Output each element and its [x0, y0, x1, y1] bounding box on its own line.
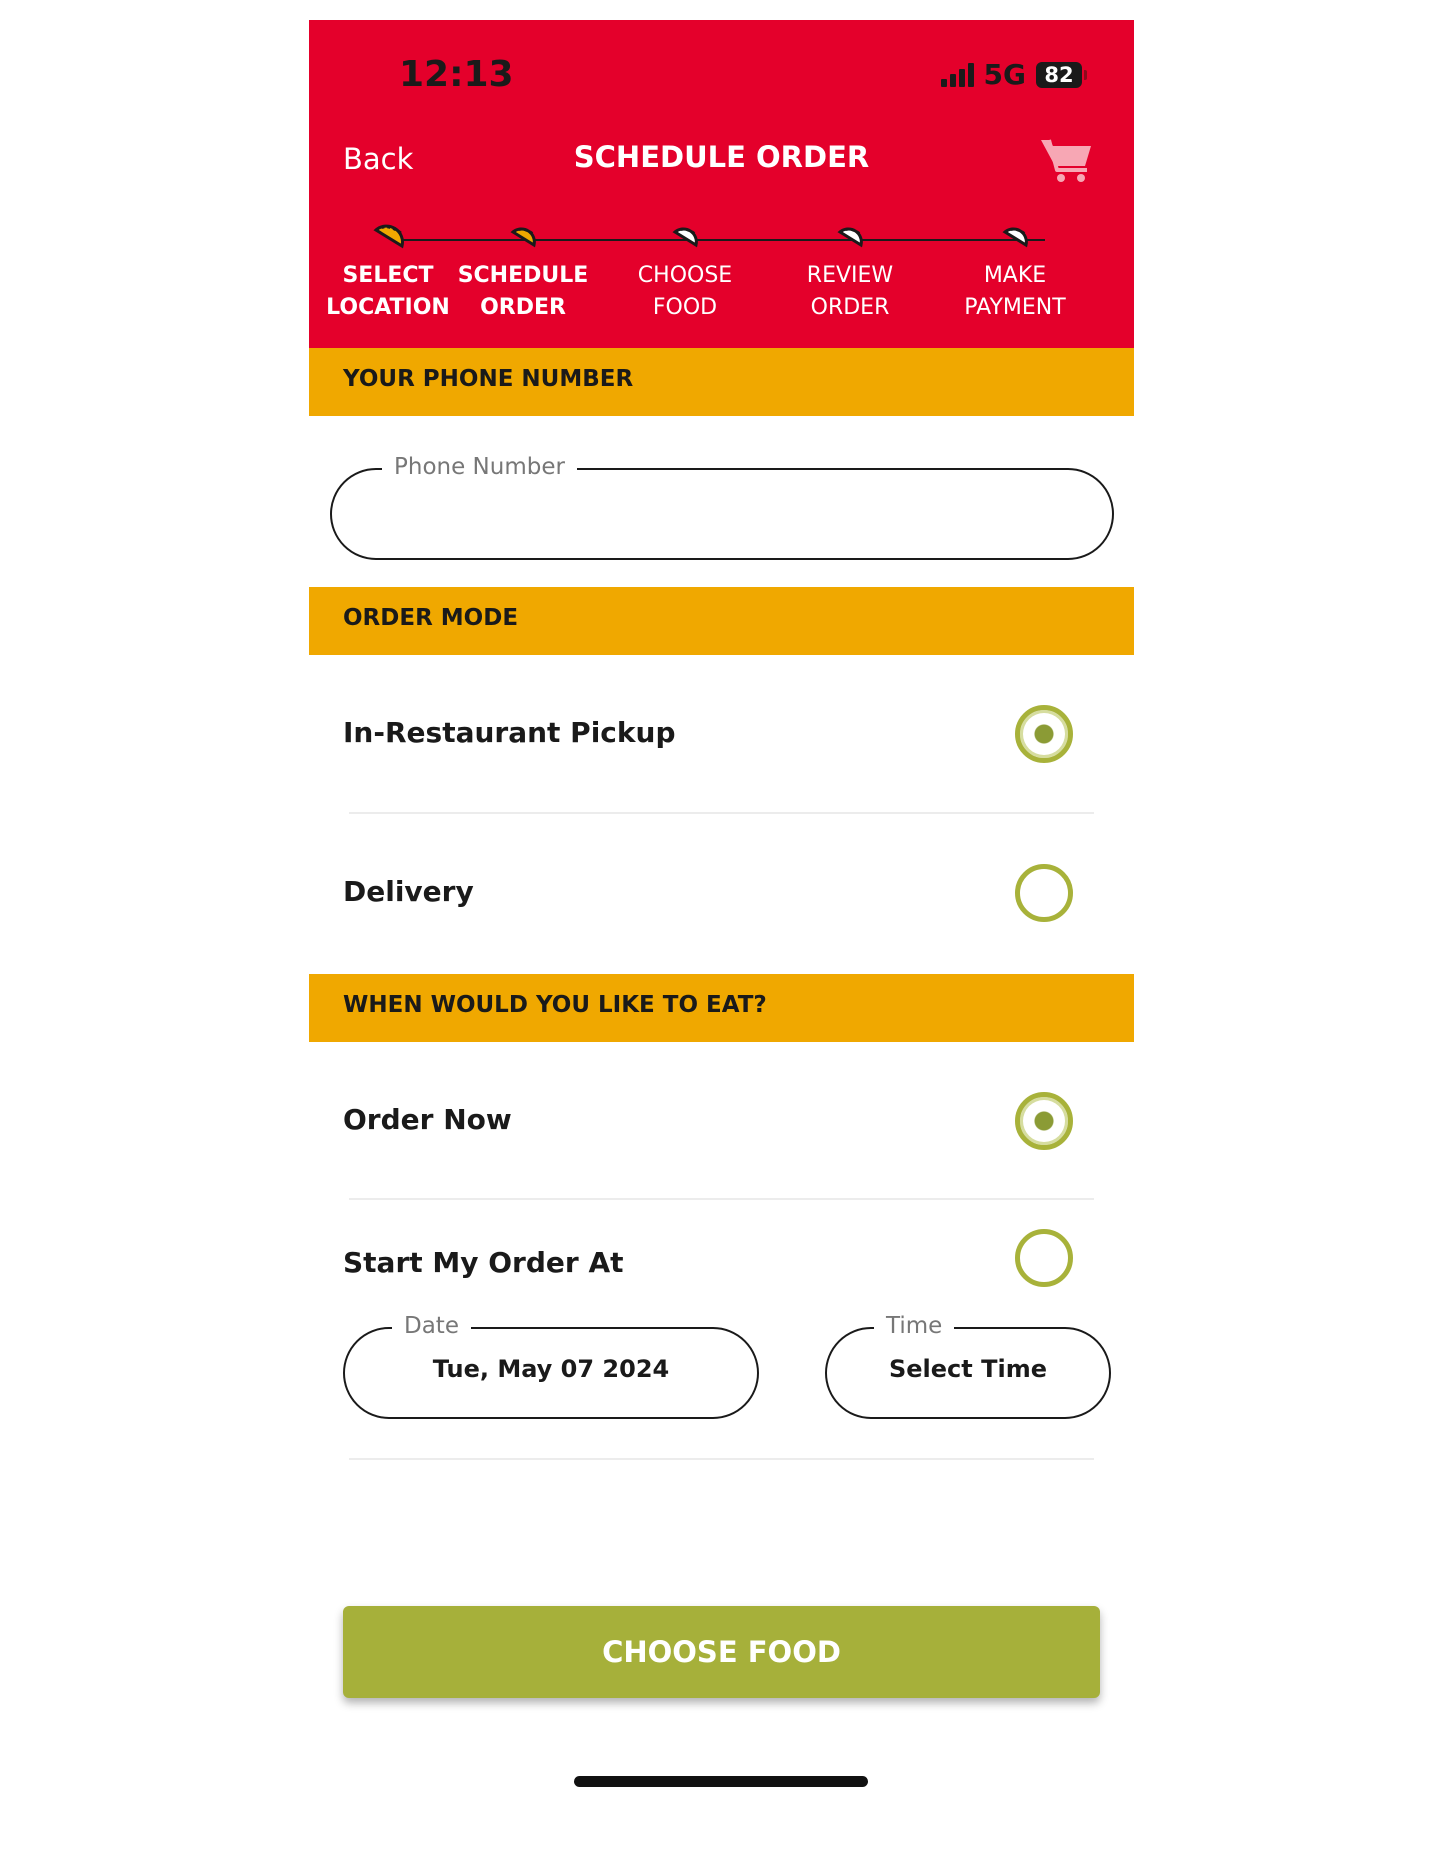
network-type: 5G — [983, 58, 1026, 91]
phone-section-header: YOUR PHONE NUMBER — [309, 348, 1134, 416]
step-label-line1: MAKE — [983, 263, 1047, 288]
battery-icon: 82 — [1036, 61, 1087, 88]
date-picker-field[interactable]: Date Tue, May 07 2024 — [343, 1313, 759, 1419]
divider — [349, 1198, 1094, 1200]
step-label-line1: SELECT — [342, 263, 434, 288]
step-label-line1: REVIEW — [806, 263, 894, 288]
option-label: Delivery — [343, 875, 474, 908]
taco-icon — [837, 227, 863, 248]
date-value: Tue, May 07 2024 — [432, 1355, 670, 1383]
radio-selected-icon[interactable] — [1015, 705, 1073, 763]
step-label-line2: LOCATION — [326, 295, 450, 320]
phone-number-label: Phone Number — [382, 454, 577, 480]
section-title: WHEN WOULD YOU LIKE TO EAT? — [343, 992, 767, 1018]
battery-level: 82 — [1044, 62, 1074, 87]
step-label-line1: SCHEDULE — [457, 263, 589, 288]
phone-number-input[interactable]: Phone Number — [330, 454, 1114, 560]
option-label: In-Restaurant Pickup — [343, 716, 676, 749]
option-label: Order Now — [343, 1103, 512, 1136]
status-time: 12:13 — [399, 54, 514, 95]
step-label-line2: FOOD — [652, 295, 718, 320]
taco-icon — [373, 224, 404, 249]
radio-unselected-icon[interactable] — [1015, 864, 1073, 922]
divider — [349, 812, 1094, 814]
status-indicators: 5G 82 — [940, 58, 1087, 91]
time-value: Select Time — [888, 1355, 1047, 1383]
home-indicator — [574, 1776, 868, 1787]
order-mode-header: ORDER MODE — [309, 587, 1134, 655]
cart-icon[interactable] — [1039, 136, 1095, 186]
taco-icon — [1002, 227, 1028, 248]
time-label: Time — [874, 1313, 955, 1339]
step-review-order[interactable]: REVIEW ORDER — [775, 216, 925, 324]
radio-unselected-icon[interactable] — [1015, 1229, 1073, 1287]
step-choose-food[interactable]: CHOOSE FOOD — [610, 216, 760, 324]
page-title: SCHEDULE ORDER — [573, 140, 870, 174]
section-title: ORDER MODE — [343, 605, 519, 631]
step-make-payment[interactable]: MAKE PAYMENT — [940, 216, 1090, 324]
step-label-line1: CHOOSE — [637, 263, 733, 288]
option-label: Start My Order At — [343, 1246, 624, 1279]
step-label-line2: ORDER — [480, 295, 566, 320]
date-label: Date — [392, 1313, 471, 1339]
section-title: YOUR PHONE NUMBER — [343, 366, 634, 392]
step-label-line2: PAYMENT — [964, 295, 1066, 320]
radio-selected-icon[interactable] — [1015, 1092, 1073, 1150]
choose-food-button[interactable]: CHOOSE FOOD — [343, 1606, 1100, 1698]
step-schedule-order[interactable]: SCHEDULE ORDER — [448, 216, 598, 324]
taco-icon — [672, 227, 698, 248]
app-header: 12:13 5G 82 Back SCHEDULE ORDER SELECT L… — [309, 20, 1134, 348]
time-picker-field[interactable]: Time Select Time — [825, 1313, 1111, 1419]
step-label-line2: ORDER — [810, 295, 890, 320]
app-screen: 12:13 5G 82 Back SCHEDULE ORDER SELECT L… — [309, 20, 1134, 1850]
divider — [349, 1458, 1094, 1460]
step-select-location[interactable]: SELECT LOCATION — [313, 216, 463, 324]
eat-time-header: WHEN WOULD YOU LIKE TO EAT? — [309, 974, 1134, 1042]
taco-icon — [510, 227, 536, 248]
signal-icon — [940, 62, 974, 87]
